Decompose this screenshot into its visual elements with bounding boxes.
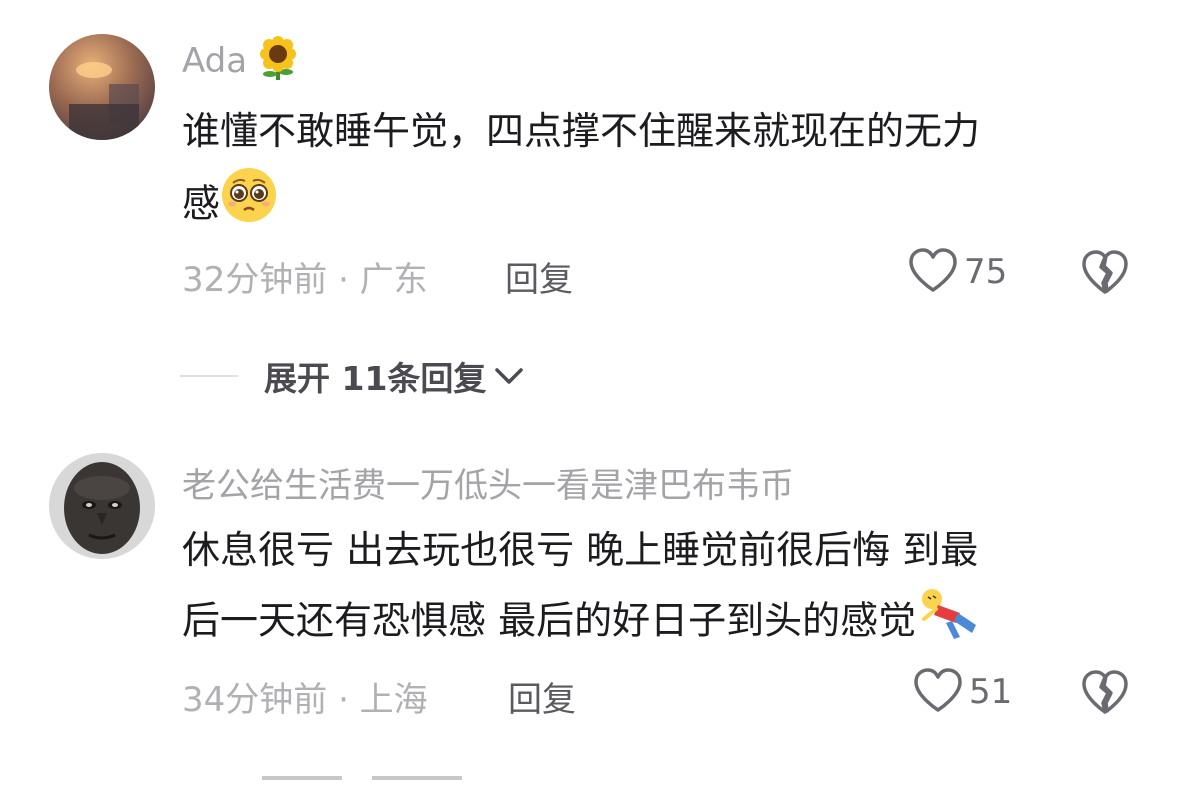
dislike-button[interactable]	[1081, 249, 1129, 299]
divider	[180, 375, 238, 377]
username[interactable]: Ada	[182, 36, 298, 89]
like-count: 75	[964, 252, 1008, 292]
chevron-down-icon	[494, 366, 524, 386]
reply-button[interactable]: 回复	[508, 672, 576, 721]
next-item-preview	[262, 766, 482, 786]
username[interactable]: 老公给生活费一万低头一看是津巴布韦币	[182, 458, 794, 507]
like-button[interactable]: 51	[913, 667, 1012, 717]
comment-time-location: 32分钟前 · 广东	[182, 260, 428, 300]
heart-outline-icon	[913, 667, 963, 717]
broken-heart-icon	[1081, 250, 1129, 299]
heart-outline-icon	[908, 247, 958, 297]
falling-person-emoji	[916, 585, 980, 661]
reply-button[interactable]: 回复	[505, 252, 573, 301]
broken-heart-icon	[1081, 670, 1129, 719]
dislike-button[interactable]	[1081, 669, 1129, 719]
expand-replies-button[interactable]: 展开 11条回复	[180, 352, 524, 400]
like-count: 51	[969, 672, 1013, 712]
avatar[interactable]	[49, 453, 155, 559]
comment-time-location: 34分钟前 · 上海	[182, 680, 428, 720]
pleading-face-emoji	[220, 166, 278, 246]
comment-text: 谁懂不敢睡午觉，四点撑不住醒来就现在的无力 感	[182, 96, 1122, 246]
sunflower-emoji	[258, 36, 298, 89]
avatar[interactable]	[49, 34, 155, 140]
like-button[interactable]: 75	[908, 247, 1007, 297]
comment-text: 休息很亏 出去玩也很亏 晚上睡觉前很后悔 到最 后一天还有恐惧感 最后的好日子到…	[182, 515, 1122, 661]
